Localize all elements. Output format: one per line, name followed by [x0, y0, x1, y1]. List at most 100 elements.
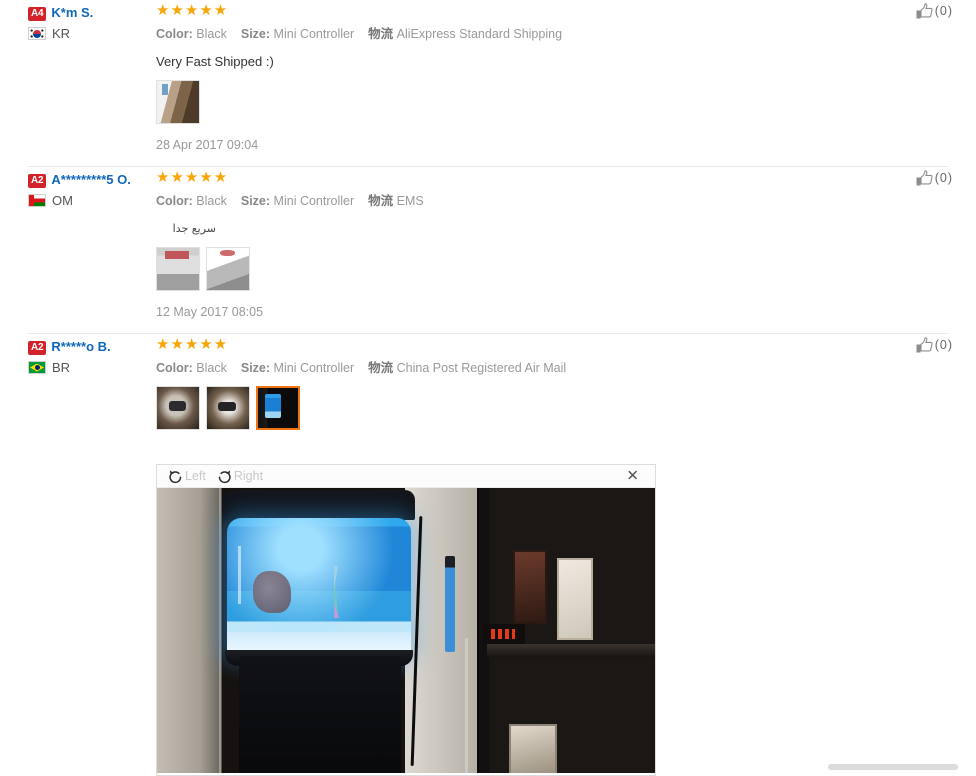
photo-wall-left	[157, 488, 219, 775]
thumbnail-image	[157, 81, 199, 123]
image-viewer-popup: Left Right ✕	[156, 464, 656, 776]
image-viewer-toolbar: Left Right ✕	[157, 465, 655, 488]
close-icon[interactable]: ✕	[626, 468, 639, 484]
attr-size-value: Mini Controller	[273, 194, 355, 208]
review-date	[156, 444, 878, 458]
rotate-right-icon	[218, 469, 231, 483]
helpful-count: 0	[939, 171, 947, 185]
helpful-vote-button[interactable]: (0)	[878, 0, 952, 166]
helpful-count-open: (	[934, 4, 939, 18]
helpful-vote-button[interactable]: (0)	[878, 167, 952, 333]
review-photo-thumbnail[interactable]	[156, 386, 200, 430]
review-text: Very Fast Shipped :)	[156, 54, 274, 69]
rating-stars: ★★★★★	[156, 2, 229, 19]
photo-frame-3	[509, 724, 557, 775]
attr-logistics-key: 物流	[368, 26, 394, 41]
product-feedback-list: A4 K*m S. KR ★★★★★ Color: Black Size: Mi…	[0, 0, 976, 458]
thumbnail-image	[157, 387, 199, 429]
review-photo-thumbnail[interactable]	[156, 247, 200, 291]
attr-size: Size: Mini Controller	[241, 359, 354, 377]
attr-logistics-value: AliExpress Standard Shipping	[396, 27, 563, 41]
reviewer-country: OM	[28, 193, 156, 208]
rotate-left-button[interactable]: Left	[167, 468, 206, 485]
photo-frame-2	[513, 550, 547, 624]
attr-color-value: Black	[196, 27, 227, 41]
photo-uv-lamp	[445, 556, 455, 652]
review-content: ★★★★★ Color: Black Size: Mini Controller…	[156, 167, 878, 333]
helpful-count-close: )	[947, 171, 952, 185]
attr-color: Color: Black	[156, 25, 227, 43]
photo-bottom-strip	[157, 773, 655, 775]
review-content: ★★★★★ Color: Black Size: Mini Controller…	[156, 0, 878, 166]
horizontal-scrollbar-thumb[interactable]	[828, 764, 958, 770]
horizontal-scrollbar[interactable]	[828, 762, 976, 772]
photo-tank-tube	[238, 546, 242, 604]
helpful-count-close: )	[947, 4, 952, 18]
attr-size-key: Size:	[240, 27, 271, 41]
thumbnail-image	[207, 248, 249, 290]
review-item: A2 A*********5 O. OM ★★★★★ Color: Black …	[0, 167, 976, 333]
thumbnail-image	[157, 248, 199, 290]
review-photo-thumbnail[interactable]	[206, 386, 250, 430]
rotate-left-icon	[169, 469, 182, 483]
review-photo-thumbnail[interactable]	[206, 247, 250, 291]
rotate-left-label: Left	[185, 469, 206, 483]
attr-logistics: 物流 AliExpress Standard Shipping	[368, 25, 562, 43]
photo-tank-plant	[333, 565, 364, 618]
reviewer-name[interactable]: A*********5 O.	[51, 171, 131, 188]
photo-tank-stand	[239, 656, 401, 775]
helpful-count-open: (	[934, 338, 939, 352]
attr-size-key: Size:	[240, 361, 271, 375]
reviewer-info: A4 K*m S. KR	[28, 0, 156, 166]
reviewer-country: BR	[28, 360, 156, 375]
helpful-vote-button[interactable]: (0)	[878, 334, 952, 458]
image-viewer-stage[interactable]	[157, 488, 655, 775]
reviewer-rank-badge: A4	[28, 7, 47, 21]
order-attributes: Color: Black Size: Mini Controller 物流 Ch…	[156, 359, 878, 377]
review-content: ★★★★★ Color: Black Size: Mini Controller…	[156, 334, 878, 458]
rating-stars: ★★★★★	[156, 169, 229, 186]
review-photo-thumbnails	[156, 386, 878, 430]
helpful-count-close: )	[947, 338, 952, 352]
thumbs-up-icon	[916, 337, 933, 353]
order-attributes: Color: Black Size: Mini Controller 物流 EM…	[156, 192, 878, 210]
review-item: A2 R*****o B. BR ★★★★★ Color: Black Size…	[0, 334, 976, 458]
photo-tank-rock	[252, 571, 291, 614]
attr-size: Size: Mini Controller	[241, 25, 354, 43]
helpful-count: 0	[939, 4, 947, 18]
country-code: KR	[52, 26, 71, 41]
reviewer-info: A2 A*********5 O. OM	[28, 167, 156, 333]
attr-color: Color: Black	[156, 192, 227, 210]
reviewer-rank-badge: A2	[28, 341, 47, 355]
reviewer-name[interactable]: R*****o B.	[51, 338, 110, 355]
review-photo-thumbnail-selected[interactable]	[256, 386, 300, 430]
review-date: 12 May 2017 08:05	[156, 305, 264, 319]
reviewer-info: A2 R*****o B. BR	[28, 334, 156, 458]
photo-tank-hood	[223, 490, 415, 520]
attr-logistics-value: EMS	[396, 194, 424, 208]
thumbs-up-icon	[916, 170, 933, 186]
review-date: 28 Apr 2017 09:04	[156, 138, 259, 152]
attr-color: Color: Black	[156, 359, 227, 377]
attr-size-key: Size:	[240, 194, 271, 208]
photo-digital-clock	[483, 624, 525, 644]
attr-logistics-key: 物流	[368, 360, 394, 375]
review-photo-thumbnails	[156, 80, 878, 124]
photo-tank-glass	[227, 518, 411, 658]
aquarium-photo	[157, 488, 655, 775]
review-item: A4 K*m S. KR ★★★★★ Color: Black Size: Mi…	[0, 0, 976, 166]
selected-thumbnail-caret-icon	[272, 429, 284, 430]
reviewer-rank-badge: A2	[28, 174, 47, 188]
attr-color-key: Color:	[156, 194, 193, 208]
photo-aquarium-tank	[219, 490, 419, 775]
reviewer-country: KR	[28, 26, 156, 41]
photo-frame-1	[557, 558, 593, 640]
attr-size-value: Mini Controller	[273, 361, 355, 375]
rating-stars: ★★★★★	[156, 336, 229, 353]
order-attributes: Color: Black Size: Mini Controller 物流 Al…	[156, 25, 878, 43]
rotate-right-button[interactable]: Right	[216, 468, 263, 485]
reviewer-name[interactable]: K*m S.	[51, 4, 93, 21]
attr-logistics-value: China Post Registered Air Mail	[396, 361, 567, 375]
review-photo-thumbnail[interactable]	[156, 80, 200, 124]
country-code: BR	[52, 360, 71, 375]
